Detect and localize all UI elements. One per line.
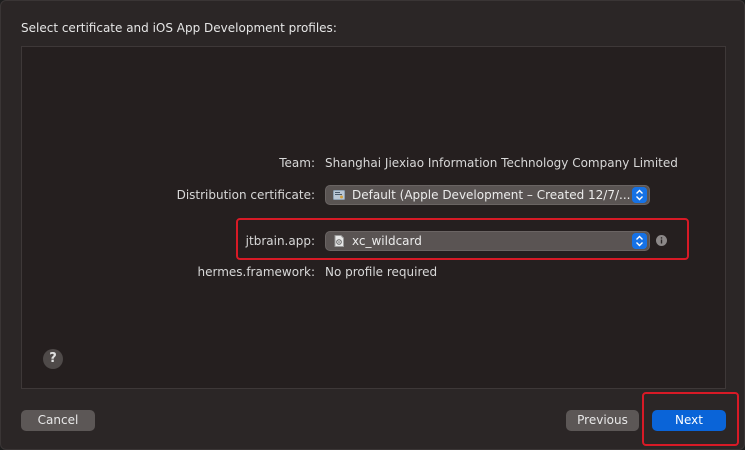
team-label: Team: (279, 156, 315, 170)
jtbrain-row-highlight (236, 218, 689, 260)
cancel-button[interactable]: Cancel (21, 410, 95, 431)
signing-sheet: Select certificate and iOS App Developme… (0, 0, 745, 450)
team-value: Shanghai Jiexiao Information Technology … (325, 156, 678, 170)
hermes-framework-label: hermes.framework: (197, 265, 315, 279)
help-button[interactable]: ? (43, 349, 63, 369)
previous-button[interactable]: Previous (566, 410, 639, 431)
popup-stepper-icon (632, 187, 647, 203)
certificate-icon (333, 190, 345, 200)
next-button[interactable]: Next (652, 410, 726, 431)
distribution-certificate-value: Default (Apple Development – Created 12/… (352, 188, 631, 202)
distribution-certificate-popup[interactable]: Default (Apple Development – Created 12/… (325, 185, 650, 205)
sheet-heading: Select certificate and iOS App Developme… (21, 21, 337, 35)
hermes-framework-value: No profile required (325, 265, 438, 279)
distribution-certificate-label: Distribution certificate: (176, 188, 315, 202)
